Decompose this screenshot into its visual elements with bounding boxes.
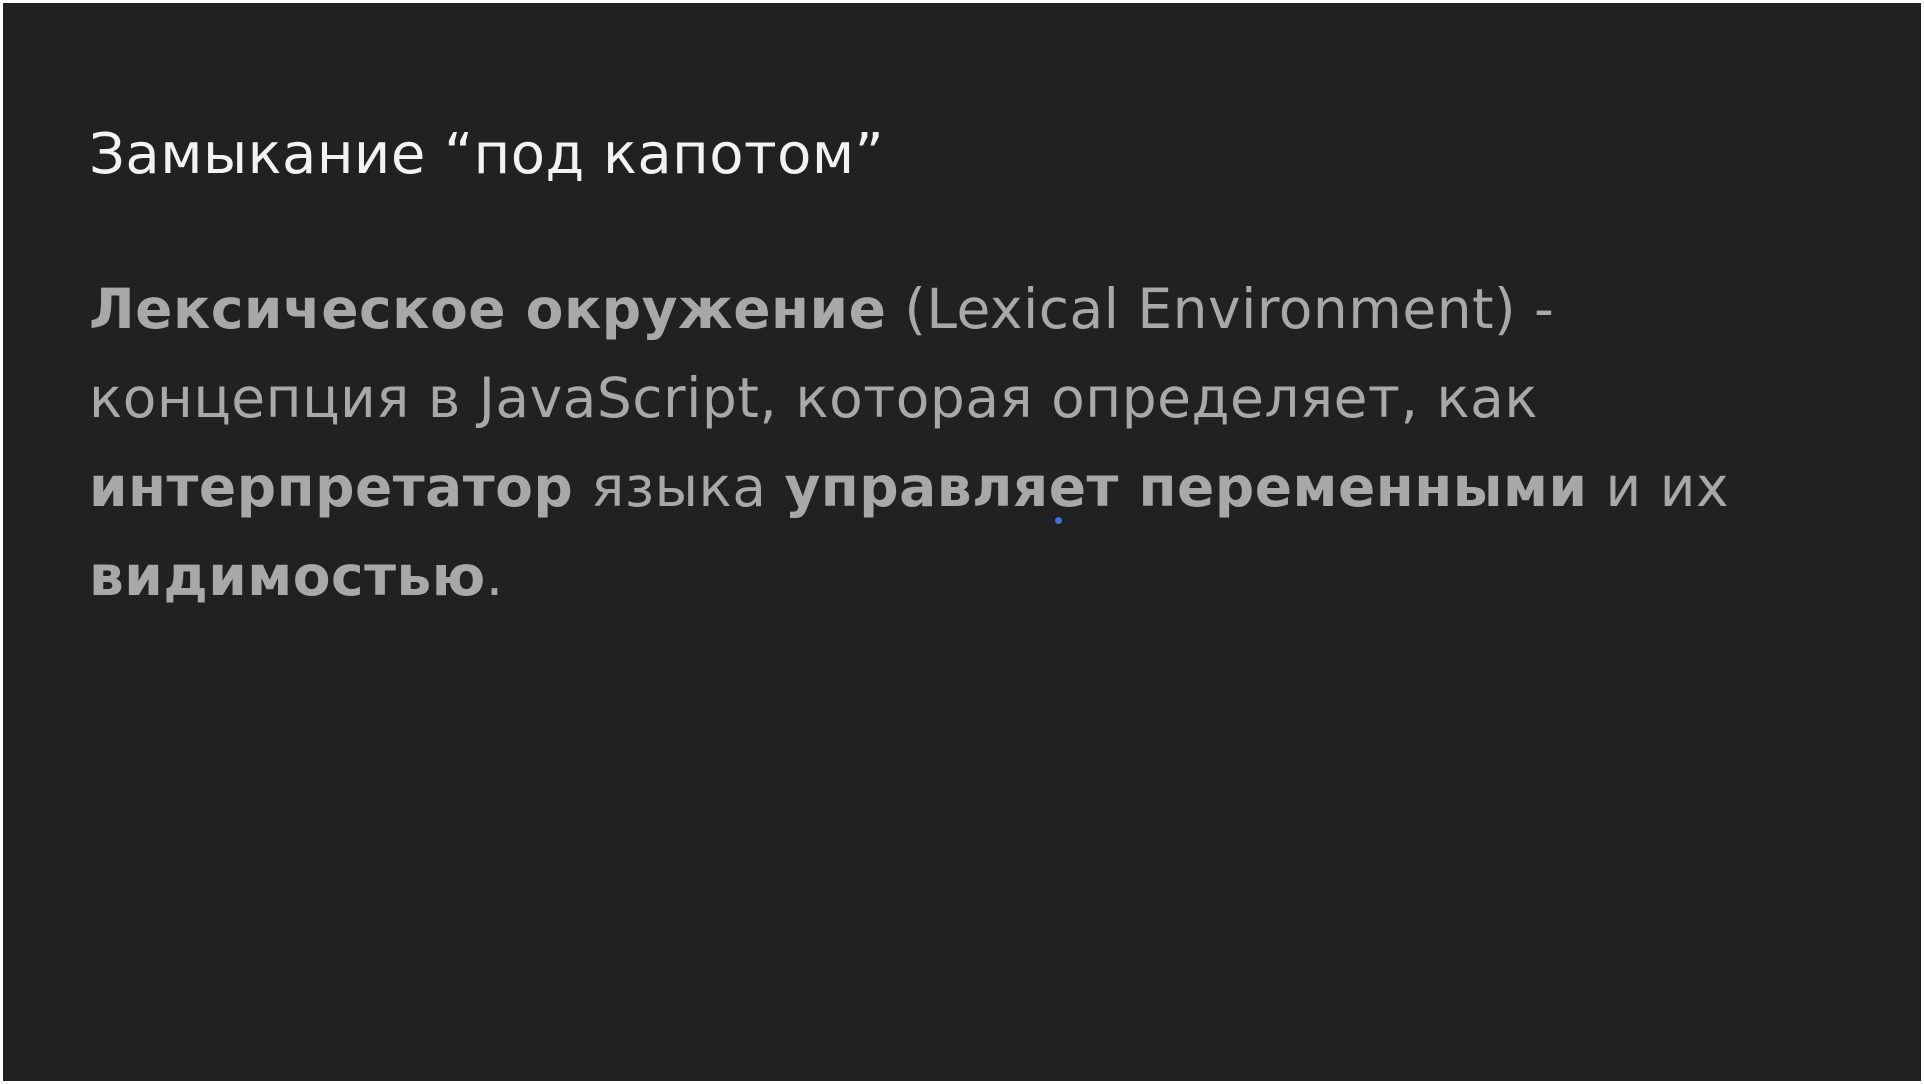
- definition-text-2: языка: [591, 455, 767, 519]
- term-english: (Lexical Environment) -: [904, 277, 1555, 341]
- pointer-dot-icon: [1055, 517, 1062, 524]
- definition-text-3: и: [1605, 455, 1642, 519]
- definition-text-4: их: [1659, 455, 1730, 519]
- slide-title: Замыкание “под капотом”: [89, 122, 885, 187]
- definition-paragraph: Лексическое окружение (Lexical Environme…: [89, 265, 1849, 621]
- bold-visibility: видимостью: [89, 544, 486, 608]
- presentation-slide: Замыкание “под капотом” Лексическое окру…: [3, 3, 1921, 1081]
- bold-manages-variables: управляет переменными: [784, 455, 1588, 519]
- bold-interpreter: интерпретатор: [89, 455, 574, 519]
- term-lexical-environment: Лексическое окружение: [89, 277, 887, 341]
- definition-text-1: концепция в JavaScript, которая определя…: [89, 366, 1539, 430]
- definition-end: .: [485, 544, 504, 608]
- screen-frame: Замыкание “под капотом” Лексическое окру…: [0, 0, 1924, 1084]
